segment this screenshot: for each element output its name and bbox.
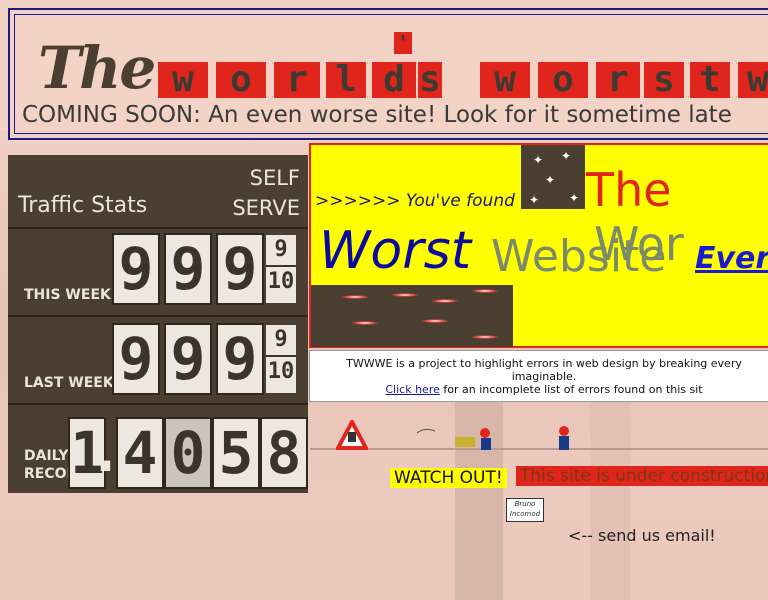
description-text-2: imaginable. <box>511 370 577 383</box>
sparkle-icon: ✦ <box>561 149 572 163</box>
sparkle-icon: ✦ <box>545 173 556 187</box>
banner-title-the-text: The <box>586 163 672 217</box>
last-week-label: LAST WEEK <box>24 375 114 391</box>
daily-record-digit: 8 <box>260 417 308 489</box>
logo-tile: s <box>644 62 684 98</box>
background-pole <box>590 395 630 600</box>
sparkle-icon: ✦ <box>569 191 580 205</box>
site-header: The w o r l d ' s w o r s t w COMING SOO… <box>8 8 768 140</box>
banner-ever: Ever <box>695 241 768 276</box>
found-text: >>>>>> You've found <box>315 191 515 211</box>
road-line <box>310 448 768 450</box>
logo-tile: t <box>690 62 730 98</box>
divider <box>8 403 308 405</box>
divider <box>8 315 308 317</box>
warning-sign-icon <box>336 420 368 450</box>
daily-record-digit: 5 <box>212 417 260 489</box>
last-week-digit: 9 <box>216 323 264 395</box>
send-email-text: <-- send us email! <box>568 526 716 545</box>
description-text: TWWWE is a project to highlight errors i… <box>346 357 742 370</box>
logo-the: The <box>38 34 156 102</box>
logo-tile: w <box>158 62 208 98</box>
logo-tile: l <box>326 62 366 98</box>
coming-soon-text: COMING SOON: An even worse site! Look fo… <box>22 102 732 128</box>
errors-link-suffix: for an incomplete list of errors found o… <box>443 383 703 396</box>
fraction-numerator: 9 <box>274 237 288 262</box>
traffic-stats-panel: Traffic Stats SELF SERVE THIS WEEK 9 9 9… <box>8 155 308 493</box>
logo-tile: o <box>538 62 588 98</box>
sparkle-icon: ✦ <box>533 153 544 167</box>
last-week-digit: 9 <box>112 323 160 395</box>
logo-tile: ' <box>394 32 412 54</box>
logo-tile: o <box>216 62 266 98</box>
sparkle-icon <box>471 335 499 339</box>
fraction-denominator: 10 <box>266 265 296 297</box>
this-week-digit: 9 <box>164 233 212 305</box>
banner-website: Website <box>491 231 667 282</box>
this-week-label: THIS WEEK <box>24 287 111 303</box>
logo-tile: r <box>274 62 320 98</box>
sparkle-image: ✦ ✦ ✦ ✦ ✦ <box>521 145 585 209</box>
sparkle-icon: ✦ <box>529 193 540 207</box>
project-description: TWWWE is a project to highlight errors i… <box>309 350 768 402</box>
fraction-numerator: 9 <box>274 327 288 352</box>
daily-record-label: DAILY RECORD <box>24 448 89 482</box>
this-week-fraction: 9 10 <box>266 235 296 303</box>
logo-tile: d <box>372 62 416 98</box>
logo-tile: w <box>480 62 530 98</box>
this-week-digit: 9 <box>112 233 160 305</box>
logo-tile: s <box>418 59 442 100</box>
fraction-denominator: 10 <box>266 355 296 387</box>
last-week-fraction: 9 10 <box>266 325 296 393</box>
divider <box>8 227 308 229</box>
last-week-digit: 9 <box>164 323 212 395</box>
logo-tile: w <box>738 62 768 98</box>
watch-out-label: WATCH OUT! <box>390 468 507 488</box>
sparkle-icon <box>421 319 449 323</box>
sparkle-icon <box>391 293 419 297</box>
sparkle-icon <box>351 321 379 325</box>
sparkle-icon <box>431 299 459 303</box>
mailbox-icon[interactable]: Bruno Incomod <box>506 498 544 522</box>
sparkle-icon <box>341 295 369 299</box>
self-serve-label: SELF SERVE <box>232 166 300 220</box>
under-construction-label: This site is under construction <box>516 466 768 486</box>
daily-record-digit: . <box>88 417 123 485</box>
daily-record-digit: 0 <box>164 417 212 489</box>
sparkle-icon <box>471 289 499 293</box>
stats-title: Traffic Stats <box>18 193 148 218</box>
worker-icon <box>559 426 569 450</box>
mailbox-lettering: Bruno Incomod <box>509 500 541 518</box>
errors-link[interactable]: Click here <box>385 383 440 396</box>
banner-worst: Worst <box>319 221 472 281</box>
worker-pushing-wheelbarrow-icon <box>416 428 491 450</box>
logo-tile: r <box>596 62 640 98</box>
this-week-digit: 9 <box>216 233 264 305</box>
sparkle-image <box>311 285 513 347</box>
daily-record-digit: 4 <box>116 417 164 489</box>
banner-box: >>>>>> You've found ✦ ✦ ✦ ✦ ✦ The Wor Wo… <box>309 143 768 348</box>
